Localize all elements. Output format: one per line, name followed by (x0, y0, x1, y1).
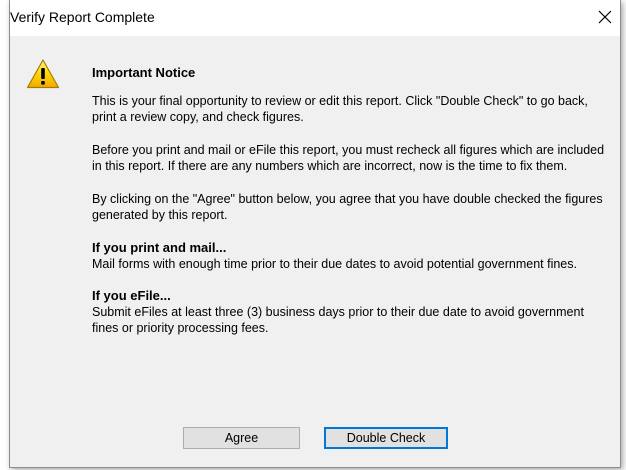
notice-heading: Important Notice (92, 65, 196, 80)
dialog-body: Important Notice This is your final oppo… (10, 36, 620, 467)
warning-icon (26, 59, 60, 89)
notice-paragraph-recheck: Before you print and mail or eFile this … (92, 143, 605, 173)
title-bar[interactable]: Verify Report Complete (10, 0, 620, 36)
screen: Verify Report Complete Important Notice … (0, 0, 626, 470)
print-mail-text: Mail forms with enough time prior to the… (92, 257, 577, 271)
efile-heading: If you eFile... (92, 288, 171, 303)
print-mail-heading: If you print and mail... (92, 240, 227, 255)
agree-button[interactable]: Agree (183, 427, 300, 449)
close-button[interactable] (592, 4, 618, 30)
notice-paragraph-agree: By clicking on the "Agree" button below,… (92, 192, 603, 222)
notice-content: Important Notice This is your final oppo… (92, 65, 612, 352)
notice-paragraph-final-opportunity: This is your final opportunity to review… (92, 94, 588, 124)
verify-report-dialog: Verify Report Complete Important Notice … (9, 0, 621, 468)
close-icon (598, 10, 612, 24)
efile-text: Submit eFiles at least three (3) busines… (92, 305, 584, 335)
window-title: Verify Report Complete (10, 9, 155, 25)
double-check-button[interactable]: Double Check (324, 427, 448, 449)
